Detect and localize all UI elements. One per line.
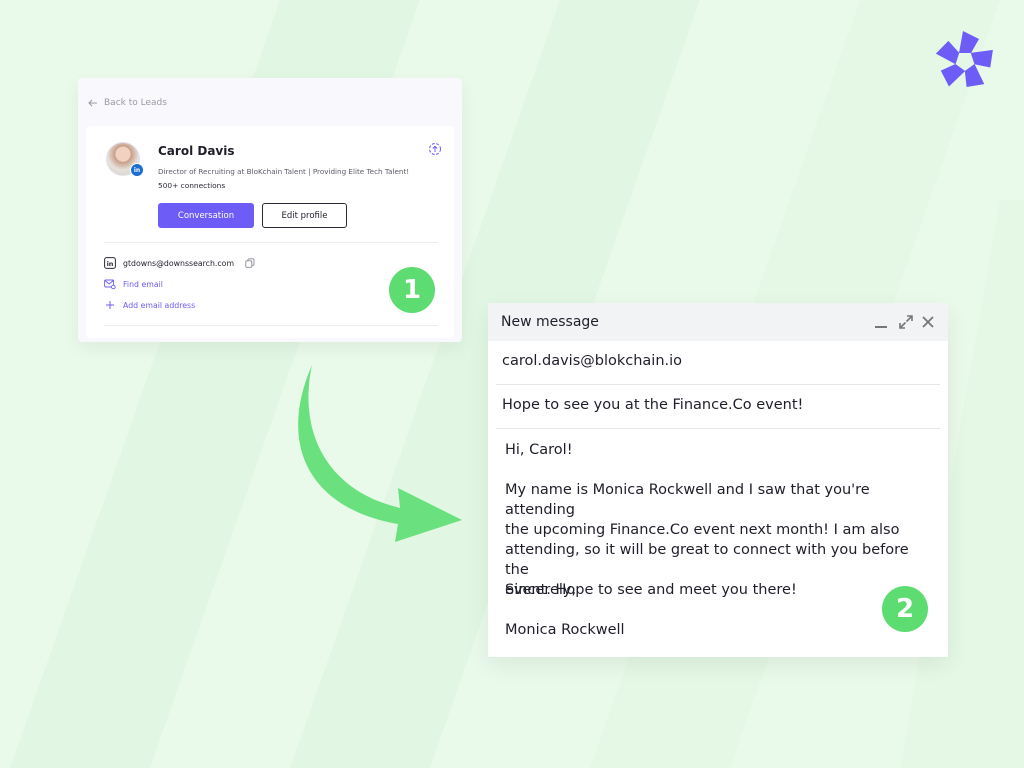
minimize-icon[interactable] bbox=[873, 314, 889, 330]
step-one-badge: 1 bbox=[389, 267, 435, 313]
back-to-leads-link[interactable]: Back to Leads bbox=[88, 98, 167, 108]
to-field[interactable]: carol.davis@blokchain.io bbox=[502, 353, 682, 369]
lead-name: Carol Davis bbox=[158, 144, 235, 158]
close-icon[interactable] bbox=[920, 314, 936, 330]
subject-field[interactable]: Hope to see you at the Finance.Co event! bbox=[502, 397, 803, 413]
message-line: the upcoming Finance.Co event next month… bbox=[505, 522, 900, 538]
envelope-search-icon bbox=[104, 279, 116, 290]
svg-text:in: in bbox=[107, 260, 114, 268]
upgrade-circle-icon[interactable] bbox=[428, 142, 442, 156]
message-line: My name is Monica Rockwell and I saw tha… bbox=[505, 482, 870, 518]
pinwheel-logo-icon bbox=[935, 31, 993, 88]
lead-headline: Director of Recruiting at BloKchain Tale… bbox=[158, 167, 410, 176]
divider bbox=[104, 325, 438, 326]
message-closing[interactable]: Sincerely, bbox=[505, 580, 925, 600]
message-window-title: New message bbox=[501, 314, 599, 330]
curved-arrow-icon bbox=[298, 365, 462, 542]
conversation-button[interactable]: Conversation bbox=[158, 203, 254, 228]
linkedin-email-row: in gtdowns@downssearch.com bbox=[104, 257, 255, 269]
new-message-window: New message carol.davis@blokchain.io Hop… bbox=[488, 303, 948, 657]
linkedin-email: gtdowns@downssearch.com bbox=[123, 258, 235, 268]
arrow-left-icon bbox=[88, 99, 97, 107]
linkedin-icon: in bbox=[104, 257, 116, 269]
add-email-link[interactable]: Add email address bbox=[123, 301, 195, 310]
message-greeting[interactable]: Hi, Carol! bbox=[505, 440, 925, 460]
divider bbox=[496, 428, 940, 429]
lead-profile-card: Back to Leads in Carol Davis Director of… bbox=[78, 78, 462, 342]
plus-icon bbox=[106, 301, 114, 309]
message-signature[interactable]: Monica Rockwell bbox=[505, 620, 925, 640]
expand-icon[interactable] bbox=[898, 314, 914, 330]
add-email-row[interactable]: Add email address bbox=[104, 299, 195, 311]
step-two-badge: 2 bbox=[882, 586, 928, 632]
back-to-leads-label: Back to Leads bbox=[104, 98, 167, 108]
find-email-row[interactable]: Find email bbox=[104, 278, 163, 290]
message-window-header: New message bbox=[488, 303, 948, 341]
edit-profile-button[interactable]: Edit profile bbox=[262, 203, 347, 228]
connections-count: 500+ connections bbox=[158, 181, 226, 190]
divider bbox=[104, 242, 438, 243]
copy-icon[interactable] bbox=[245, 258, 255, 268]
divider bbox=[496, 384, 940, 385]
profile-details-panel: in Carol Davis Director of Recruiting at… bbox=[86, 126, 454, 338]
message-line: attending, so it will be great to connec… bbox=[505, 542, 909, 578]
find-email-link[interactable]: Find email bbox=[123, 280, 163, 289]
linkedin-badge-icon: in bbox=[130, 163, 144, 177]
